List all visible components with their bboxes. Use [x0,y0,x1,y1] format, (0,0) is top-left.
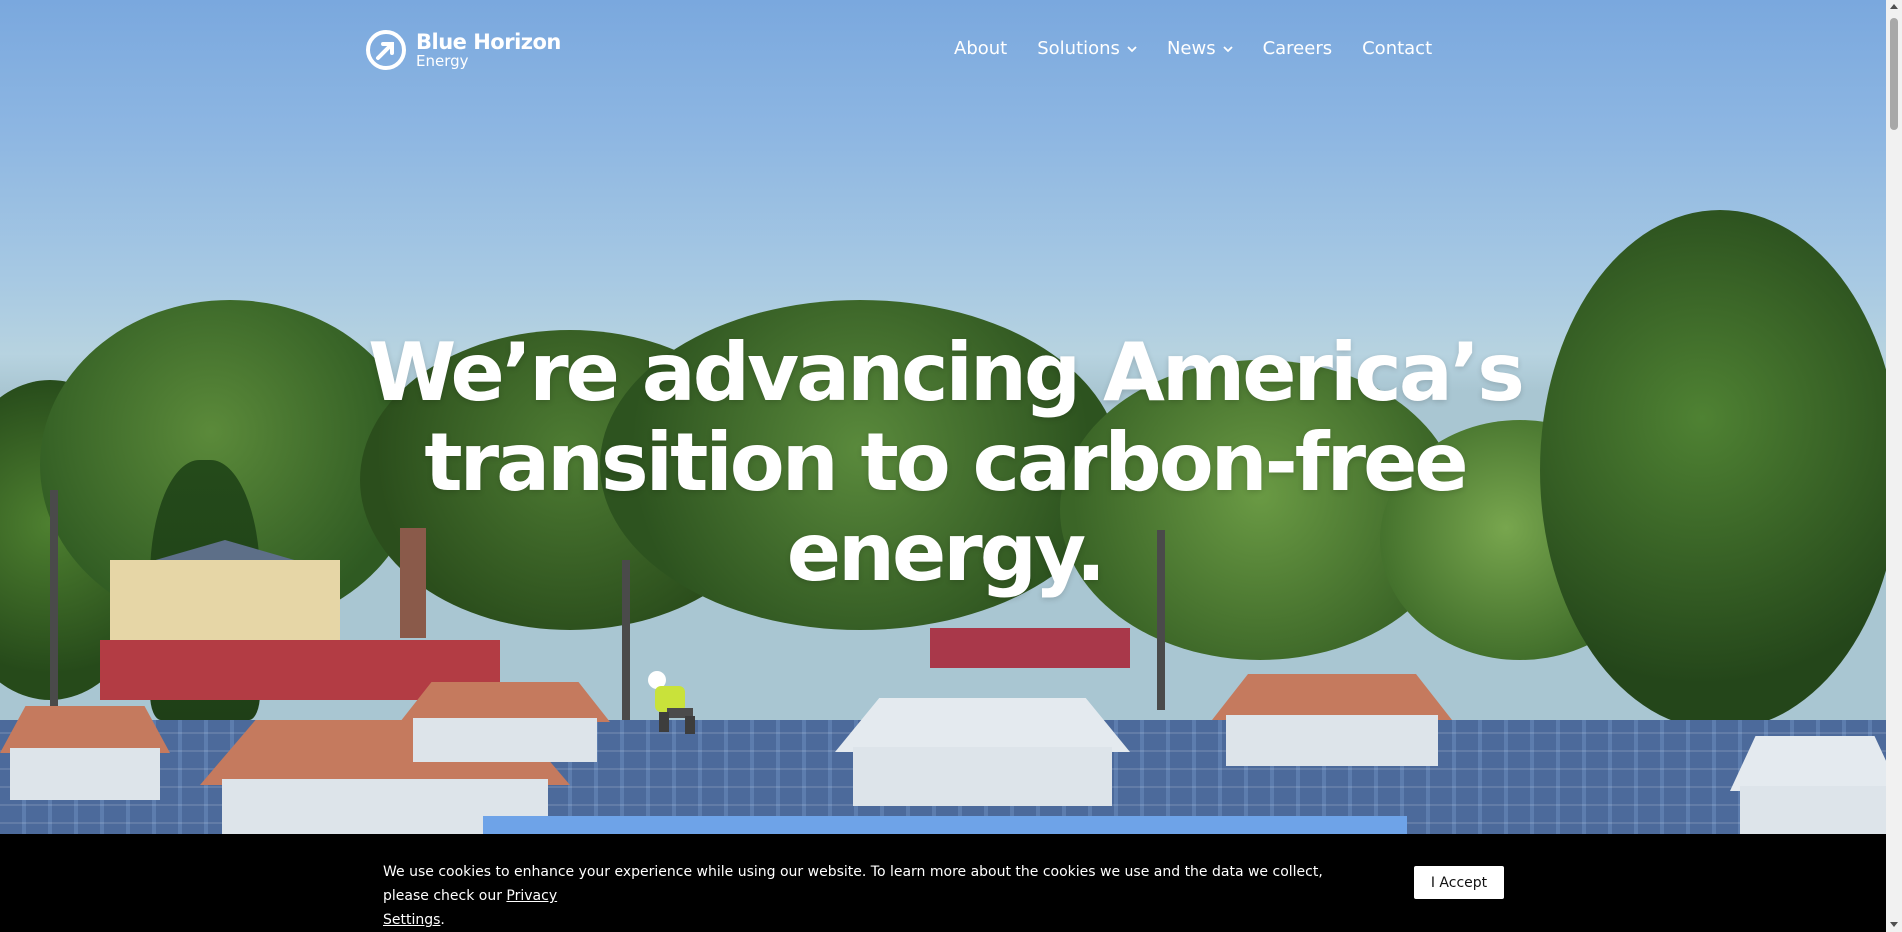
house [930,628,1130,668]
rooftop-vent [1730,736,1886,846]
rooftop-vent [0,706,170,800]
rooftop-vent [1212,674,1452,766]
nav-label: Careers [1262,38,1333,59]
nav-label: Solutions [1037,38,1120,59]
arrow-circle-logo-icon [366,30,406,70]
nav-label: News [1166,38,1216,59]
nav-news[interactable]: News [1167,38,1233,59]
nav-label: About [954,38,1008,59]
nav-careers[interactable]: Careers [1263,38,1333,59]
scroll-down-arrow-icon[interactable] [1890,922,1898,927]
scroll-thumb[interactable] [1890,18,1898,130]
accent-strip [483,816,1407,834]
headline-line-3: energy. [786,506,1106,599]
headline-line-1: We’re advancing America’s [368,326,1525,419]
tree [1540,210,1886,730]
scrollbar[interactable] [1886,0,1902,932]
nav-about[interactable]: About [954,38,1007,59]
headline-line-2: transition to carbon-free [424,416,1468,509]
brand-sub: Energy [416,51,469,70]
nav-solutions[interactable]: Solutions [1037,38,1137,59]
logo-text: Blue Horizon Energy [416,29,561,70]
accept-cookies-button[interactable]: I Accept [1414,866,1504,899]
cookie-message: We use cookies to enhance your experienc… [383,860,1363,932]
brand-logo[interactable]: Blue Horizon Energy [364,28,561,72]
worker-figure [648,671,695,734]
rooftop-vent [400,682,610,762]
brand-name: Blue Horizon [416,29,561,54]
scroll-up-arrow-icon[interactable] [1890,4,1898,9]
chevron-down-icon [1222,45,1233,52]
utility-pole [50,490,58,720]
cookie-text-end: . [440,912,445,928]
main-nav: About Solutions News Careers Contact [954,38,1432,59]
hero-headline: We’re advancing America’s transition to … [330,328,1560,598]
house [110,560,340,640]
rooftop-vent [835,698,1130,806]
nav-label: Contact [1362,38,1433,59]
chevron-down-icon [1127,45,1137,52]
nav-contact[interactable]: Contact [1362,38,1432,59]
